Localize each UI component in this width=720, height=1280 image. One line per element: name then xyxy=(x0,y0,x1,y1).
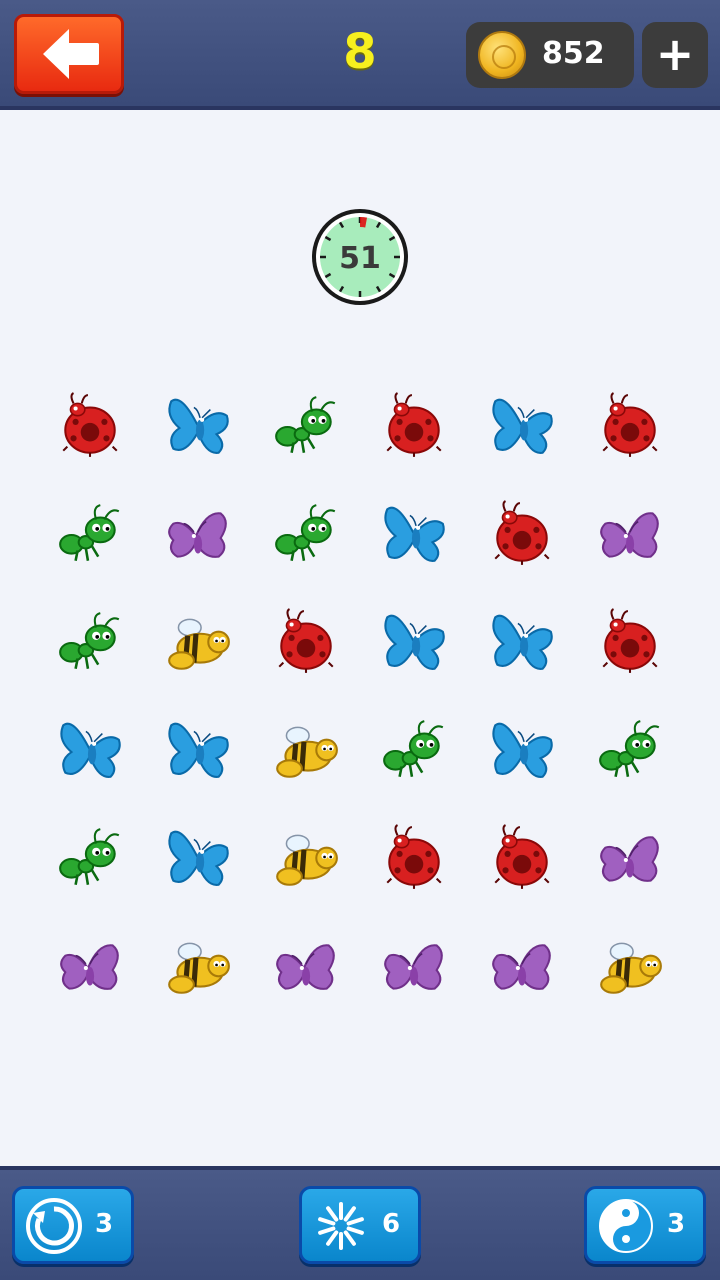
butterfly-blue-icon xyxy=(168,830,229,886)
bee-tile[interactable] xyxy=(144,588,252,696)
bee-icon xyxy=(168,942,230,994)
stopwatch-icon: 51 xyxy=(310,207,410,307)
butterfly-blue-tile[interactable] xyxy=(468,696,576,804)
ant-tile[interactable] xyxy=(36,804,144,912)
ladybug-icon xyxy=(494,824,550,889)
top-bar: 8 852 + xyxy=(0,0,720,110)
butterfly-blue-tile[interactable] xyxy=(468,372,576,480)
ant-icon xyxy=(599,720,660,778)
butterfly-blue-tile[interactable] xyxy=(144,372,252,480)
butterfly-purple-icon xyxy=(168,512,227,558)
refresh-icon xyxy=(26,1198,82,1254)
butterfly-blue-icon xyxy=(492,722,553,778)
shuffle-count: 3 xyxy=(95,1209,114,1239)
ladybug-icon xyxy=(494,500,550,565)
butterfly-blue-tile[interactable] xyxy=(36,696,144,804)
shuffle-powerup-button[interactable]: 3 xyxy=(12,1186,134,1264)
butterfly-purple-icon xyxy=(600,836,659,882)
butterfly-blue-tile[interactable] xyxy=(468,588,576,696)
butterfly-purple-tile[interactable] xyxy=(468,912,576,1020)
ladybug-tile[interactable] xyxy=(252,588,360,696)
ant-tile[interactable] xyxy=(36,480,144,588)
butterfly-purple-icon xyxy=(384,944,443,990)
butterfly-blue-icon xyxy=(168,722,229,778)
yin-yang-count: 3 xyxy=(667,1209,686,1239)
butterfly-blue-icon xyxy=(384,614,445,670)
ant-tile[interactable] xyxy=(576,696,684,804)
ladybug-icon xyxy=(386,824,442,889)
ant-icon xyxy=(275,396,336,454)
gold-coin-icon xyxy=(478,31,526,79)
butterfly-purple-icon xyxy=(276,944,335,990)
ladybug-icon xyxy=(602,608,658,673)
butterfly-purple-icon xyxy=(600,512,659,558)
butterfly-blue-icon xyxy=(492,614,553,670)
ladybug-icon xyxy=(62,392,118,457)
bee-tile[interactable] xyxy=(252,696,360,804)
butterfly-purple-tile[interactable] xyxy=(360,912,468,1020)
butterfly-blue-tile[interactable] xyxy=(360,480,468,588)
burst-icon xyxy=(318,1202,364,1250)
burst-count: 6 xyxy=(382,1209,401,1239)
arrow-left-icon xyxy=(43,29,99,79)
ant-icon xyxy=(275,504,336,562)
butterfly-blue-icon xyxy=(168,398,229,454)
bottom-bar: 3 6 3 xyxy=(0,1166,720,1280)
ladybug-tile[interactable] xyxy=(576,372,684,480)
bee-icon xyxy=(276,834,338,886)
ant-icon xyxy=(383,720,444,778)
butterfly-blue-icon xyxy=(60,722,121,778)
ant-tile[interactable] xyxy=(252,372,360,480)
ladybug-tile[interactable] xyxy=(36,372,144,480)
butterfly-purple-tile[interactable] xyxy=(36,912,144,1020)
butterfly-blue-tile[interactable] xyxy=(360,588,468,696)
ant-tile[interactable] xyxy=(36,588,144,696)
ladybug-icon xyxy=(602,392,658,457)
butterfly-blue-icon xyxy=(384,506,445,562)
ant-tile[interactable] xyxy=(252,480,360,588)
butterfly-purple-tile[interactable] xyxy=(576,480,684,588)
butterfly-purple-icon xyxy=(492,944,551,990)
coin-counter: 852 xyxy=(466,22,634,88)
ladybug-tile[interactable] xyxy=(360,372,468,480)
coin-count: 852 xyxy=(542,36,605,71)
ladybug-icon xyxy=(386,392,442,457)
butterfly-purple-tile[interactable] xyxy=(144,480,252,588)
bee-icon xyxy=(600,942,662,994)
butterfly-purple-tile[interactable] xyxy=(576,804,684,912)
yin-yang-icon xyxy=(599,1199,653,1253)
level-number: 8 xyxy=(343,24,377,80)
bee-icon xyxy=(168,618,230,670)
butterfly-blue-tile[interactable] xyxy=(144,804,252,912)
timer-value: 51 xyxy=(339,241,381,276)
bee-tile[interactable] xyxy=(144,912,252,1020)
ladybug-tile[interactable] xyxy=(468,804,576,912)
ladybug-tile[interactable] xyxy=(468,480,576,588)
ant-tile[interactable] xyxy=(360,696,468,804)
butterfly-blue-icon xyxy=(492,398,553,454)
ant-icon xyxy=(59,828,120,886)
butterfly-purple-icon xyxy=(60,944,119,990)
bee-icon xyxy=(276,726,338,778)
butterfly-blue-tile[interactable] xyxy=(144,696,252,804)
back-button[interactable] xyxy=(14,14,124,94)
ant-icon xyxy=(59,612,120,670)
ladybug-tile[interactable] xyxy=(360,804,468,912)
yin-yang-powerup-button[interactable]: 3 xyxy=(584,1186,706,1264)
ladybug-icon xyxy=(278,608,334,673)
butterfly-purple-tile[interactable] xyxy=(252,912,360,1020)
burst-powerup-button[interactable]: 6 xyxy=(299,1186,421,1264)
bee-tile[interactable] xyxy=(252,804,360,912)
bee-tile[interactable] xyxy=(576,912,684,1020)
ladybug-tile[interactable] xyxy=(576,588,684,696)
game-board xyxy=(36,372,684,1020)
add-coins-button[interactable]: + xyxy=(642,22,708,88)
ant-icon xyxy=(59,504,120,562)
